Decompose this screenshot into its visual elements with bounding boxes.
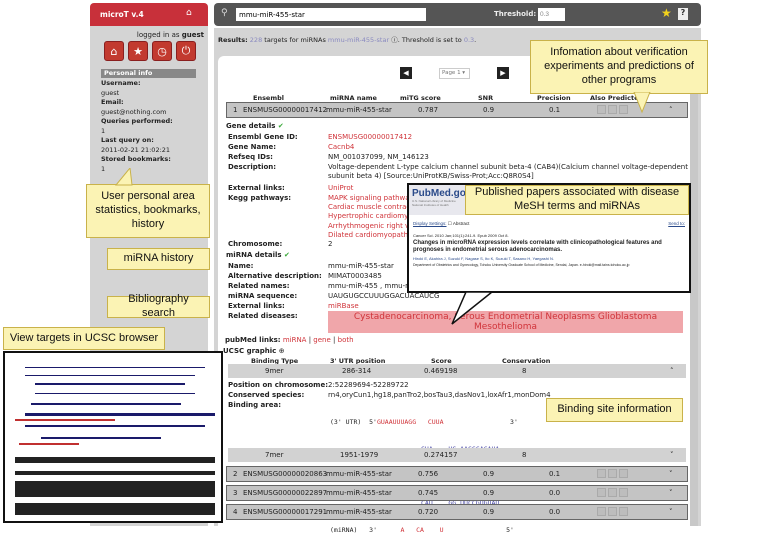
- callout-verification: Infomation about verification experiment…: [530, 40, 708, 94]
- ucsc-browser-image: [3, 351, 223, 523]
- check-icon: ✔: [277, 122, 284, 130]
- gene-details-title: Gene details ✔: [226, 122, 284, 130]
- callout-history: miRNA history: [107, 248, 210, 270]
- callout-binding: Binding site information: [546, 398, 683, 422]
- verification-callout-tail: [633, 92, 651, 114]
- logged-in-text: logged in as guest: [136, 31, 204, 39]
- home-icon[interactable]: ⌂: [186, 8, 192, 18]
- page-select[interactable]: Page 1 ▾: [439, 68, 470, 79]
- binding-site-row[interactable]: 7mer 1951-1979 0.274157 8 ˅: [228, 448, 686, 462]
- mirna-details-title: miRNA details ✔: [226, 251, 290, 259]
- prev-page-button[interactable]: ◀: [400, 67, 412, 79]
- callout-ucsc: View targets in UCSC browser: [3, 327, 165, 350]
- next-page-button[interactable]: ▶: [497, 67, 509, 79]
- callout-pubmed: Published papers associated with disease…: [465, 185, 689, 215]
- chevron-down-icon[interactable]: ˅: [669, 508, 673, 516]
- pubmed-logo: PubMed.gov U.S. National Library of Medi…: [409, 185, 471, 215]
- pubmed-popup: PubMed.gov U.S. National Library of Medi…: [407, 183, 691, 293]
- house-icon[interactable]: ⌂: [104, 41, 124, 61]
- table-row[interactable]: 1 ENSMUSG00000017412 mmu-miR-455-star 0.…: [226, 102, 688, 118]
- chevron-up-icon[interactable]: ˄: [669, 106, 673, 114]
- threshold-input[interactable]: [538, 8, 565, 21]
- clock-icon[interactable]: ◷: [152, 41, 172, 61]
- ucsc-graphic-link[interactable]: UCSC graphic ⊕: [223, 347, 285, 355]
- ensembl-link[interactable]: ENSMUSG00000017412: [328, 133, 412, 141]
- pubmed-links: pubMed links: miRNA | gene | both: [225, 336, 354, 344]
- app-title: microT v.4: [100, 10, 144, 19]
- check-icon: ✔: [284, 251, 290, 259]
- search-icon: ⚲: [221, 8, 228, 18]
- callout-personal: User personal area statistics, bookmarks…: [86, 184, 210, 238]
- kegg-pathways: MAPK signaling pathway Cardiac muscle con…: [328, 194, 418, 239]
- callout-biblio: Bibliography search: [107, 293, 210, 319]
- star-icon[interactable]: ★: [128, 41, 148, 61]
- app-header: microT v.4 ⌂: [90, 3, 208, 26]
- chevron-down-icon[interactable]: ˅: [669, 470, 673, 478]
- table-row[interactable]: 4 ENSMUSG00000017291 mmu-miR-455-star 0.720…: [226, 504, 688, 520]
- search-bar: ⚲ Threshold: ★ ?: [214, 3, 701, 26]
- ucsc-tracks: [15, 367, 215, 515]
- chevron-up-icon[interactable]: ˄: [670, 367, 674, 375]
- also-predicted-boxes: [597, 488, 630, 499]
- chevron-down-icon[interactable]: ˅: [669, 489, 673, 497]
- table-row[interactable]: 2 ENSMUSG00000020863 mmu-miR-455-star 0.756…: [226, 466, 688, 482]
- binding-site-row[interactable]: 9mer 286-314 0.469198 8 ˄: [228, 364, 686, 378]
- also-predicted-boxes: [597, 105, 630, 116]
- table-row[interactable]: 3 ENSMUSG00000022897 mmu-miR-455-star 0.745…: [226, 485, 688, 501]
- search-input[interactable]: [236, 8, 426, 21]
- power-icon[interactable]: ⏻: [176, 41, 196, 61]
- also-predicted-boxes: [597, 469, 630, 480]
- threshold-label: Threshold:: [494, 10, 537, 18]
- personal-info-title: Personal info: [101, 69, 196, 78]
- star-icon[interactable]: ★: [661, 6, 672, 20]
- add-icon[interactable]: ⊕: [279, 347, 285, 355]
- help-icon[interactable]: ?: [678, 8, 688, 20]
- info-icon[interactable]: ⓘ: [389, 36, 398, 44]
- chevron-down-icon[interactable]: ˅: [670, 451, 674, 459]
- pubmed-callout-tail: [451, 291, 495, 325]
- also-predicted-boxes: [597, 507, 630, 518]
- personal-callout-tail: [114, 168, 133, 186]
- personal-info: Username: guest Email: guest@nothing.com Q…: [101, 79, 173, 173]
- scrollbar[interactable]: [690, 56, 698, 526]
